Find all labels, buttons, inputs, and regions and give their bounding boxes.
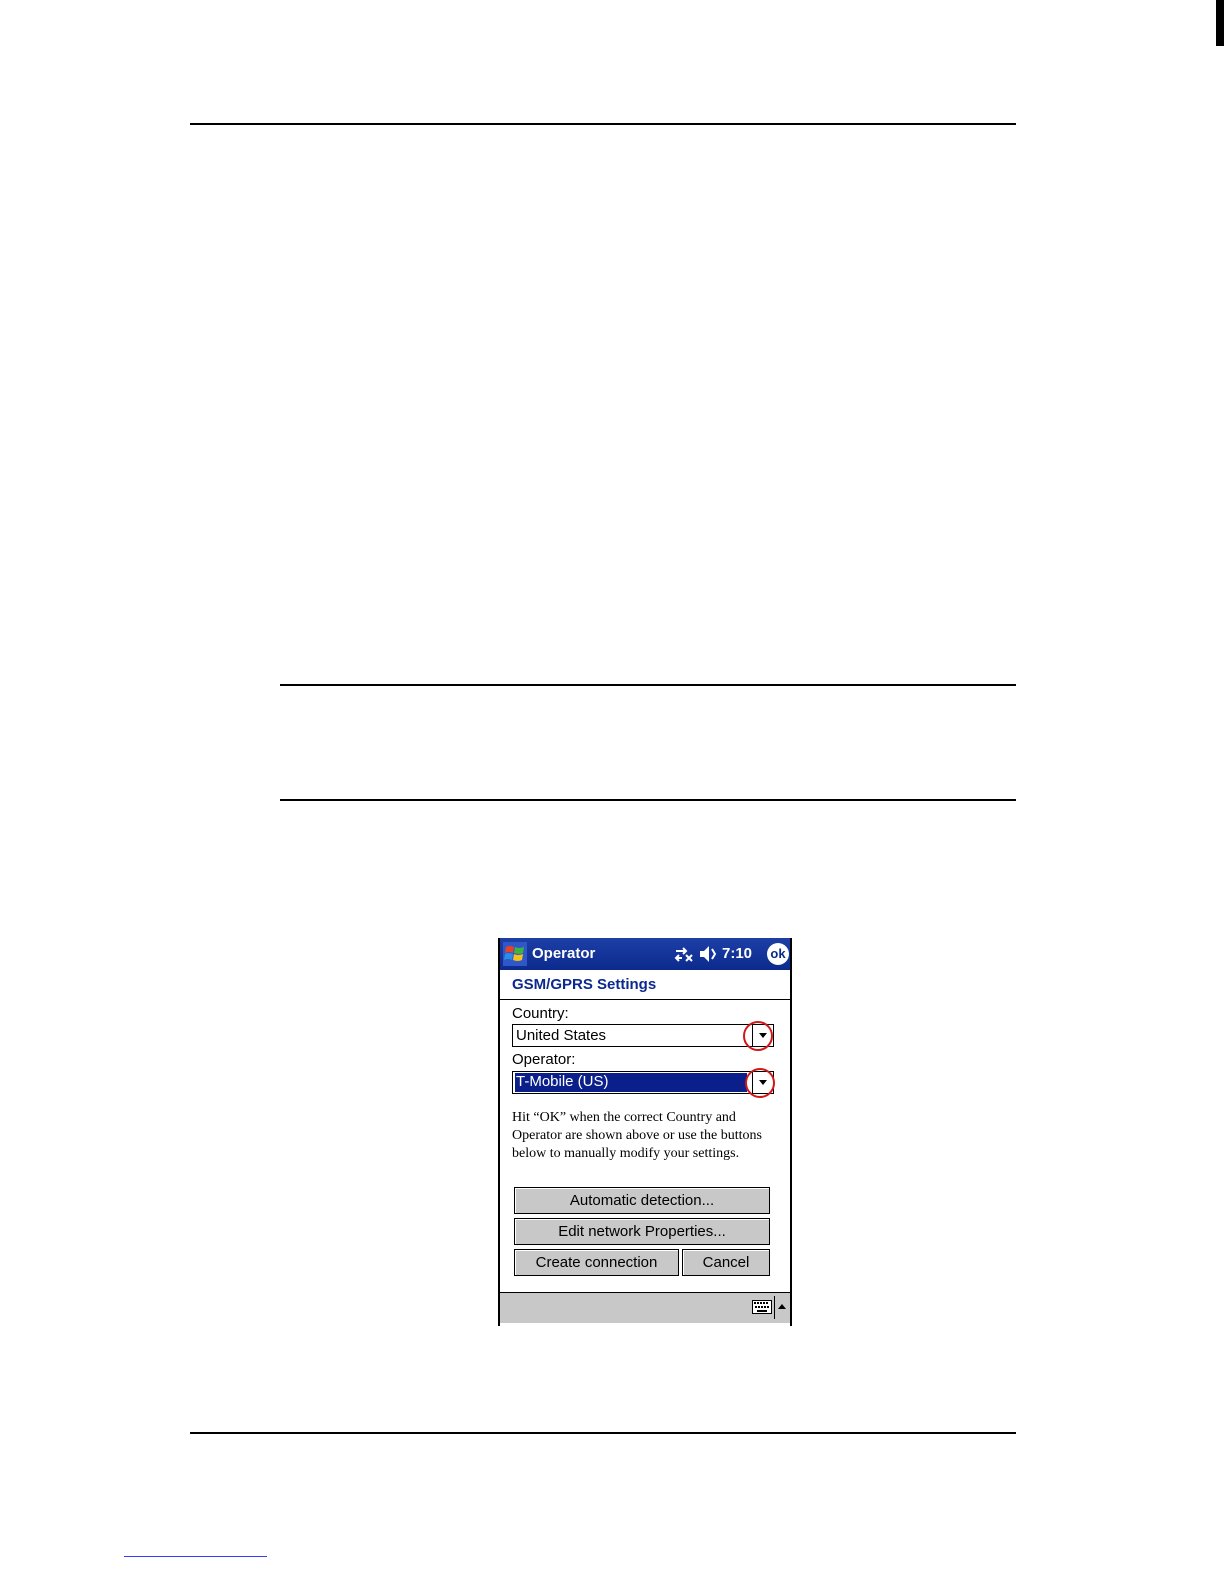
windows-flag-icon[interactable] [502,941,528,967]
country-dropdown[interactable]: United States [512,1024,774,1047]
sip-divider [774,1296,775,1319]
speaker-muted-icon[interactable] [698,945,718,963]
menu-bar [500,1292,790,1323]
country-value: United States [516,1027,607,1044]
connectivity-icon[interactable] [674,944,694,964]
operator-dropdown[interactable]: T-Mobile (US) [512,1071,774,1094]
footer-link-underline [124,1556,267,1557]
automatic-detection-button[interactable]: Automatic detection... [514,1187,770,1214]
heading-divider [500,999,790,1000]
clock[interactable]: 7:10 [722,945,752,962]
app-title: Operator [532,945,596,962]
footer-rule [190,1432,1016,1434]
input-panel-arrow-icon[interactable] [778,1304,786,1309]
country-label: Country: [512,1005,569,1022]
keyboard-icon[interactable] [752,1300,772,1314]
pocket-pc-screenshot: Operator 7:10 ok GSM/GPRS Settings Count… [498,938,792,1326]
cancel-button[interactable]: Cancel [682,1249,770,1276]
page-corner-mark [1216,0,1224,46]
header-rule [190,123,1016,125]
page-heading: GSM/GPRS Settings [512,976,657,993]
country-arrow-highlight [743,1021,773,1051]
title-bar: Operator 7:10 ok [500,938,790,970]
operator-value: T-Mobile (US) [515,1073,747,1092]
note-bottom-rule [280,799,1016,801]
instructions-text: Hit “OK” when the correct Country and Op… [512,1110,762,1161]
edit-network-properties-button[interactable]: Edit network Properties... [514,1218,770,1245]
operator-label: Operator: [512,1051,576,1068]
operator-arrow-highlight [745,1068,775,1098]
create-connection-button[interactable]: Create connection [514,1249,679,1276]
ok-button[interactable]: ok [767,943,789,965]
note-top-rule [280,684,1016,686]
